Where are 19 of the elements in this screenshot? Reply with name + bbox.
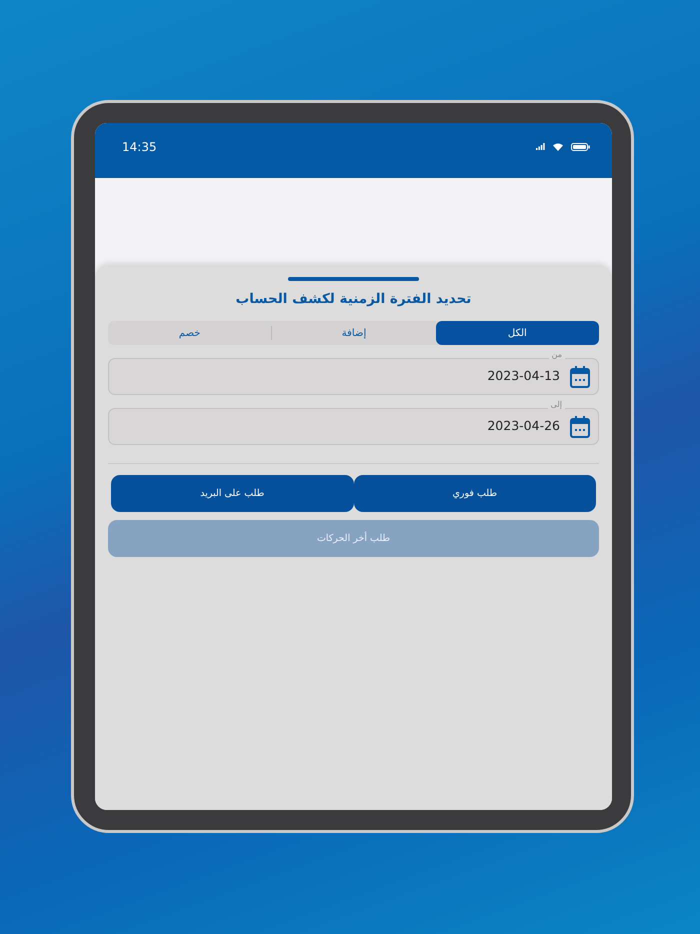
- filter-tab[interactable]: خصم: [108, 321, 272, 346]
- calendar-icon: [570, 366, 590, 388]
- sheet-title: تحديد الفترة الزمنية لكشف الحساب: [234, 290, 472, 309]
- status-time: 14:35: [122, 138, 157, 156]
- filter-tab[interactable]: إضافة: [272, 321, 436, 346]
- battery-icon: [571, 142, 590, 150]
- wifi-icon: [553, 142, 563, 150]
- calendar-icon: [570, 416, 590, 438]
- date-field[interactable]: 2023-04-13: [108, 358, 599, 396]
- date-value: 2023-04-26: [487, 417, 560, 436]
- field-label: إلى: [548, 401, 565, 410]
- date-field[interactable]: 2023-04-26: [108, 408, 599, 446]
- filter-tab[interactable]: الكل: [436, 321, 599, 346]
- date-value: 2023-04-13: [487, 367, 560, 386]
- request-button[interactable]: طلب فوري: [354, 475, 596, 512]
- signal-icon: [536, 143, 545, 150]
- field-label: من: [548, 351, 565, 360]
- request-button[interactable]: طلب على البريد: [111, 475, 354, 512]
- drag-handle[interactable]: [288, 277, 419, 281]
